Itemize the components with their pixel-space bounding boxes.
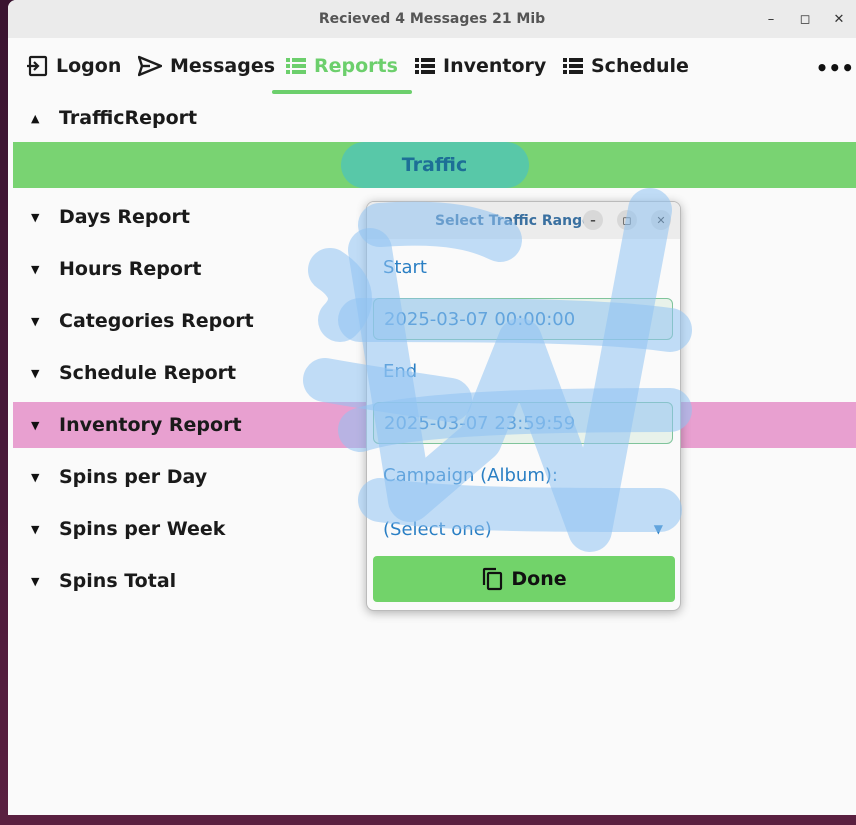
tab-label: Messages	[170, 55, 276, 77]
chevron-up-icon: ▲	[31, 111, 40, 125]
chevron-down-icon: ▼	[31, 314, 40, 328]
report-title: Spins per Week	[59, 518, 226, 540]
tab-label: Logon	[56, 55, 122, 77]
traffic-range-dialog: Select Traffic Range – ◻ ✕ Start 2025-03…	[366, 201, 681, 611]
report-title: Hours Report	[59, 258, 202, 280]
list-icon	[563, 58, 583, 74]
report-title: Schedule Report	[59, 362, 237, 384]
report-title: Inventory Report	[59, 414, 242, 436]
dialog-title: Select Traffic Range	[435, 212, 592, 229]
active-tab-indicator	[272, 90, 412, 94]
done-label: Done	[511, 568, 567, 590]
copy-icon	[483, 567, 503, 591]
dropdown-arrow-icon: ▼	[653, 522, 663, 536]
tab-inventory[interactable]: Inventory	[415, 38, 546, 94]
send-icon	[138, 55, 162, 77]
tab-bar: Logon Messages Reports Inventory Schedul…	[8, 38, 856, 94]
done-button[interactable]: Done	[373, 556, 675, 602]
more-menu-button[interactable]: •••	[816, 56, 854, 80]
title-bar: Recieved 4 Messages 21 Mib – ◻ ✕	[8, 0, 856, 38]
chevron-down-icon: ▼	[31, 574, 40, 588]
list-icon	[415, 58, 435, 74]
report-title: Spins per Day	[59, 466, 208, 488]
campaign-selected-value: (Select one)	[383, 518, 492, 540]
tab-schedule[interactable]: Schedule	[563, 38, 689, 94]
chevron-down-icon: ▼	[31, 418, 40, 432]
end-datetime-field[interactable]: 2025-03-07 23:59:59	[373, 402, 673, 444]
dialog-minimize-button[interactable]: –	[583, 210, 603, 230]
tab-logon[interactable]: Logon	[26, 38, 121, 94]
chevron-down-icon: ▼	[31, 262, 40, 276]
list-icon	[286, 58, 306, 74]
window-title: Recieved 4 Messages 21 Mib	[318, 11, 546, 27]
traffic-panel: Traffic	[13, 142, 856, 188]
start-label: Start	[383, 257, 427, 278]
traffic-report-header[interactable]: ▲ TrafficReport	[13, 95, 856, 141]
tab-reports[interactable]: Reports	[272, 38, 412, 94]
start-datetime-field[interactable]: 2025-03-07 00:00:00	[373, 298, 673, 340]
end-label: End	[383, 361, 418, 382]
logon-icon	[27, 55, 48, 77]
dialog-close-button[interactable]: ✕	[651, 210, 671, 230]
report-title: Spins Total	[59, 570, 177, 592]
tab-messages[interactable]: Messages	[138, 38, 275, 94]
tab-label: Schedule	[591, 55, 689, 77]
campaign-label: Campaign (Album):	[383, 465, 558, 486]
traffic-button[interactable]: Traffic	[340, 142, 529, 188]
tab-label: Reports	[314, 55, 398, 77]
dialog-maximize-button[interactable]: ◻	[617, 210, 637, 230]
chevron-down-icon: ▼	[31, 210, 40, 224]
chevron-down-icon: ▼	[31, 522, 40, 536]
tab-label: Inventory	[443, 55, 547, 77]
report-title: TrafficReport	[59, 107, 198, 129]
close-button[interactable]: ✕	[822, 12, 856, 27]
minimize-button[interactable]: –	[754, 12, 788, 27]
chevron-down-icon: ▼	[31, 366, 40, 380]
maximize-button[interactable]: ◻	[788, 12, 822, 27]
dialog-title-bar: Select Traffic Range – ◻ ✕	[367, 202, 680, 239]
report-title: Categories Report	[59, 310, 254, 332]
report-title: Days Report	[59, 206, 190, 228]
chevron-down-icon: ▼	[31, 470, 40, 484]
campaign-select[interactable]: (Select one) ▼	[383, 514, 663, 544]
